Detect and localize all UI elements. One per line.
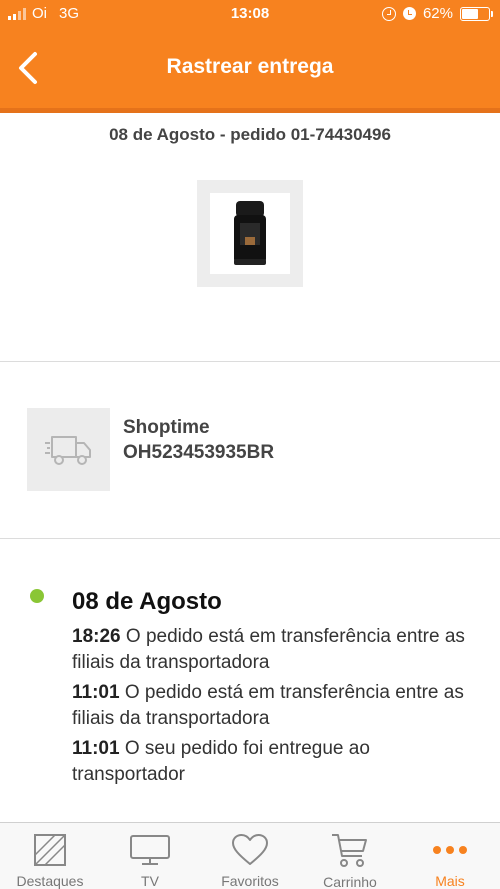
event-text: O pedido está em transferência entre as … [72,626,465,673]
destaques-icon [33,832,67,867]
rotation-lock-icon [381,6,396,21]
tab-mais[interactable]: Mais [400,823,500,889]
timeline-events: 18:26 O pedido está em transferência ent… [72,624,482,792]
order-summary: 08 de Agosto - pedido 01-74430496 [109,125,391,144]
product-image-frame [210,193,290,274]
tab-tv[interactable]: TV [100,823,200,889]
status-bar: Oi 3G 13:08 62% [0,0,500,28]
header-shadow [0,108,500,113]
page-title: Rastrear entrega [166,55,334,78]
bottom-tab-bar: Destaques TV Favoritos Carrinho Mais [0,822,500,889]
truck-icon [44,435,91,465]
app-header-bar: Oi 3G 13:08 62% Rastrear entrega [0,0,500,108]
coffee-machine-image [234,200,266,265]
tracking-code: OH523453935BR [123,442,275,463]
divider [0,361,500,362]
cart-icon [330,832,370,868]
event-time: 11:01 [72,738,120,759]
status-right: 62% [381,5,493,22]
carrier-name: Shoptime [123,417,210,438]
tab-favoritos[interactable]: Favoritos [200,823,300,889]
product-thumbnail[interactable] [197,180,303,287]
tab-label: Destaques [16,873,84,889]
more-dots-icon [432,832,468,867]
tab-label: TV [141,873,159,889]
nav-header: Rastrear entrega [0,28,500,108]
carrier-icon-box [27,408,110,491]
heart-icon [231,832,269,867]
tab-label: Mais [435,873,465,889]
timeline-event: 18:26 O pedido está em transferência ent… [72,624,482,676]
tab-destaques[interactable]: Destaques [0,823,100,889]
event-time: 11:01 [72,682,120,703]
battery-icon [460,6,493,21]
tab-carrinho[interactable]: Carrinho [300,823,400,889]
tv-icon [129,832,171,867]
divider [0,538,500,539]
tab-label: Favoritos [221,873,279,889]
timeline-event: 11:01 O pedido está em transferência ent… [72,680,482,732]
tab-label: Carrinho [323,874,377,889]
alarm-icon [402,7,416,20]
battery-percent: 62% [422,5,453,22]
event-time: 18:26 [72,626,121,647]
event-text: O pedido está em transferência entre as … [72,682,464,729]
timeline-event: 11:01 O seu pedido foi entregue ao trans… [72,736,482,788]
timeline-status-dot [30,589,44,603]
timeline-date: 08 de Agosto [72,588,222,615]
